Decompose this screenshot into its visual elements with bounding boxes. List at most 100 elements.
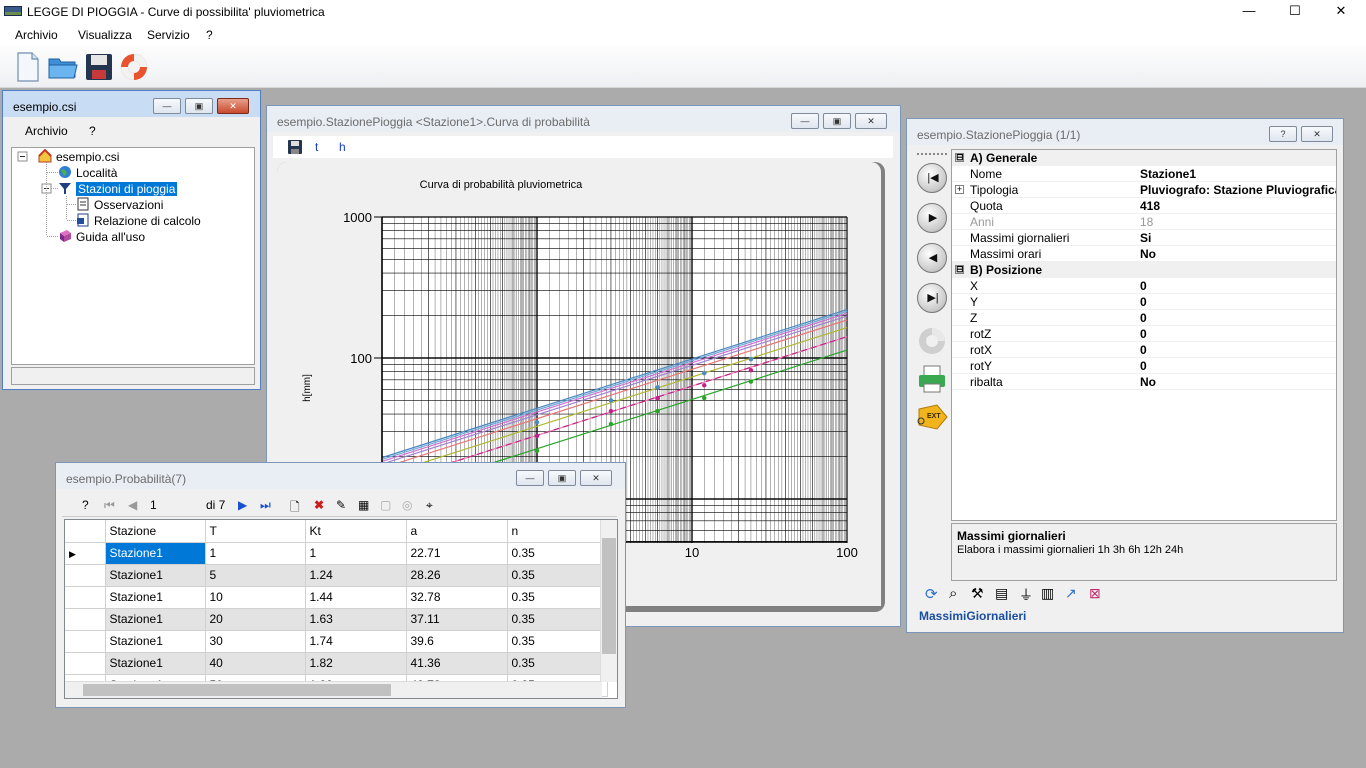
grid-vscroll-thumb[interactable] [602,538,616,654]
table-cell[interactable]: 0.35 [507,608,608,631]
col-header-kt[interactable]: Kt [305,520,407,543]
curve-chart-icon[interactable]: ⊠ [1089,585,1101,602]
menu-archivio[interactable]: Archivio [15,28,58,42]
table-cell[interactable]: 20 [205,608,306,631]
table-cell[interactable]: Stazione1 [105,630,206,653]
properties-help-button[interactable]: ? [1269,126,1297,142]
property-value[interactable]: 0 [1140,326,1147,342]
table-cell[interactable]: 10 [205,586,306,609]
tree-node-guida[interactable]: Guida all'uso [58,229,145,245]
chart-t-button[interactable]: t [315,140,318,154]
table-cell[interactable]: 1.63 [305,608,407,631]
grid-maximize-button[interactable]: ▣ [548,470,576,486]
col-header-t[interactable]: T [205,520,306,543]
property-row[interactable]: X0 [952,278,1336,294]
property-row[interactable]: + Tipologia Pluviografo: Stazione Pluviogr… [952,182,1336,198]
expand-toggle-icon[interactable]: + [955,185,964,194]
property-value[interactable]: No [1140,246,1156,262]
grid-add-icon[interactable]: 🗋 [290,498,300,519]
table-row[interactable]: ▶ Stazione1 1 1 22.71 0.35 [65,542,608,565]
grid-help-button[interactable]: ? [82,498,89,512]
row-header[interactable] [65,630,106,653]
tree-close-button[interactable]: ✕ [217,98,249,114]
col-header-n[interactable]: n [507,520,608,543]
chart-maximize-button[interactable]: ▣ [823,113,851,129]
table-cell[interactable]: Stazione1 [105,608,206,631]
table-cell[interactable]: 0.35 [507,564,608,587]
chart-minimize-button[interactable]: — [791,113,819,129]
chart-close-button[interactable]: ✕ [855,113,887,129]
property-grid[interactable]: ⊟ A) Generale Nome Stazione1 + Tipologia Pluvi… [951,149,1337,521]
property-row[interactable]: Z0 [952,310,1336,326]
table-cell[interactable]: 1.74 [305,630,407,653]
property-category[interactable]: ⊟ B) Posizione [952,262,1336,278]
zoom-icon[interactable]: ⌕ [949,585,957,602]
property-value[interactable]: 0 [1140,294,1147,310]
row-header[interactable] [65,586,106,609]
grid-next-icon[interactable]: ▶ [238,498,247,512]
property-value[interactable]: Pluviografo: Stazione Pluviografica [1140,182,1336,198]
grid-edit-icon[interactable]: ✎ [336,498,346,512]
grid-horizontal-scrollbar[interactable] [65,681,602,698]
property-value[interactable]: 0 [1140,310,1147,326]
grid-hscroll-thumb[interactable] [83,684,391,696]
menu-servizio[interactable]: Servizio [147,28,190,42]
property-row[interactable]: Nome Stazione1 [952,166,1336,182]
property-value[interactable]: 0 [1140,358,1147,374]
table-cell[interactable]: 22.71 [406,542,508,565]
table-cell[interactable]: 1.44 [305,586,407,609]
col-header-a[interactable]: a [406,520,508,543]
table-cell[interactable]: 0.35 [507,542,608,565]
property-category[interactable]: ⊟ A) Generale [952,150,1336,166]
table-cell[interactable]: 1 [205,542,306,565]
table-cell[interactable]: 1.82 [305,652,407,675]
property-row[interactable]: rotZ 0 [952,326,1336,342]
table-cell[interactable]: 28.26 [406,564,508,587]
table-cell[interactable]: 1.24 [305,564,407,587]
grid-close-button[interactable]: ✕ [580,470,612,486]
save-disk-icon[interactable] [83,51,115,83]
funnel-tool-icon[interactable]: ⏚ [1019,585,1033,605]
table-cell[interactable]: Stazione1 [105,564,206,587]
table-cell[interactable]: 0.35 [507,652,608,675]
refresh-icon[interactable]: ⟳ [925,585,938,603]
exit-button[interactable]: EXT [915,403,949,433]
row-header[interactable]: ▶ [65,542,106,565]
property-row[interactable]: Massimi giornalieri Si [952,230,1336,246]
table-row[interactable]: Stazione1 40 1.82 41.36 0.35 [65,652,608,675]
property-value[interactable]: No [1140,374,1156,390]
table-row[interactable]: Stazione1 10 1.44 32.78 0.35 [65,586,608,609]
printer-icon[interactable] [916,363,948,395]
table-cell[interactable]: 39.6 [406,630,508,653]
chart-save-icon[interactable] [287,139,303,155]
new-file-icon[interactable] [12,51,44,83]
chart-h-button[interactable]: h [339,140,346,154]
table-cell[interactable]: 41.36 [406,652,508,675]
function-link[interactable]: MassimiGiornalieri [919,609,1026,623]
table-cell[interactable]: 32.78 [406,586,508,609]
line-chart-icon[interactable]: ↗ [1065,585,1077,602]
table-cell[interactable]: 5 [205,564,306,587]
grid-first-icon[interactable]: ⏮ [104,498,115,513]
table-row[interactable]: Stazione1 5 1.24 28.26 0.35 [65,564,608,587]
table-cell[interactable]: 1 [305,542,407,565]
tree-minimize-button[interactable]: — [153,98,181,114]
grid-layout-icon[interactable]: ▦ [358,498,369,512]
expand-toggle-icon[interactable]: ⊟ [955,153,964,162]
row-header[interactable] [65,608,106,631]
property-row[interactable]: Quota 418 [952,198,1336,214]
table-cell[interactable]: Stazione1 [105,542,206,565]
maximize-button[interactable]: ☐ [1272,0,1318,24]
grid-vertical-scrollbar[interactable] [600,520,617,682]
grid-delete-icon[interactable]: ✖ [314,498,324,512]
table-cell[interactable]: 0.35 [507,586,608,609]
open-folder-icon[interactable] [47,51,79,83]
nav-prev-button[interactable]: ◀ [917,243,947,273]
property-value[interactable]: 0 [1140,342,1147,358]
table-cell[interactable]: Stazione1 [105,586,206,609]
property-value[interactable]: Si [1140,230,1151,246]
properties-close-button[interactable]: ✕ [1301,126,1333,142]
col-header-stazione[interactable]: Stazione [105,520,206,543]
row-header[interactable] [65,564,106,587]
grid-disabled-icon-2[interactable]: ◎ [402,498,412,512]
